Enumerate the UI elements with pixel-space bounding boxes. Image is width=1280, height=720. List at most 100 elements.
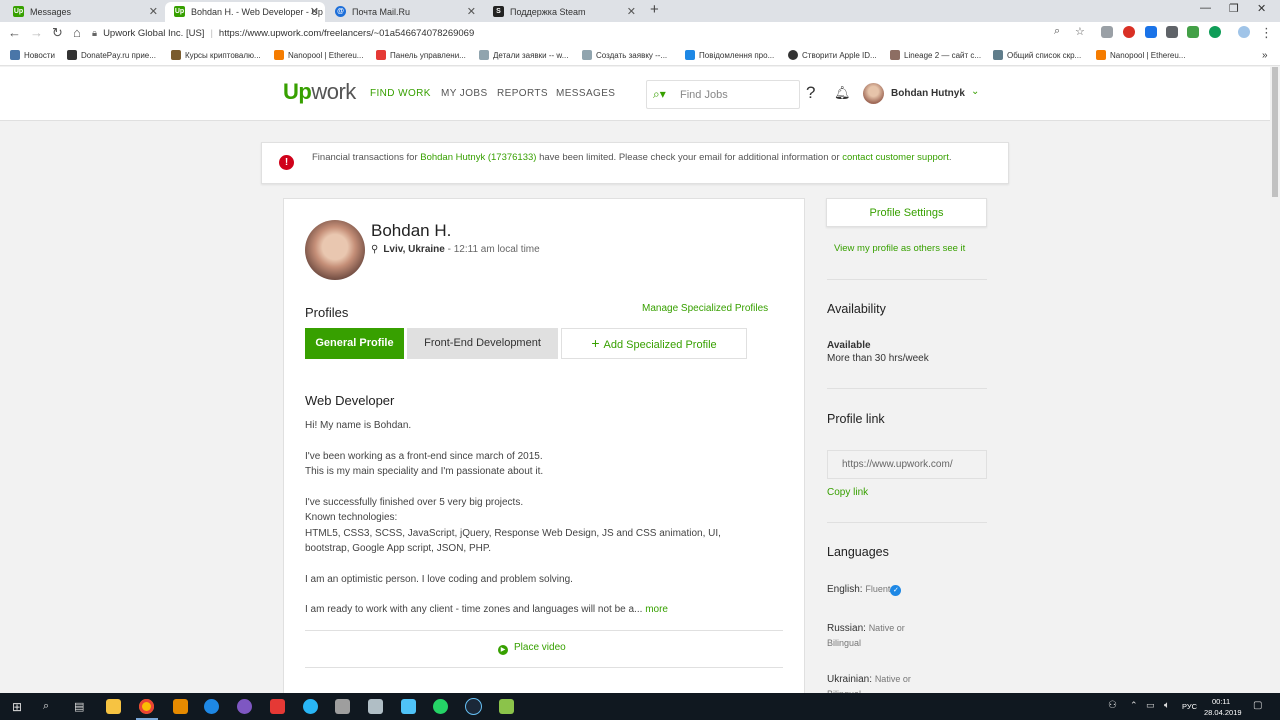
- tab-title: Почта Mail.Ru: [352, 7, 410, 17]
- app-icon[interactable]: [368, 699, 383, 714]
- place-video-button[interactable]: ▶ Place video: [498, 642, 566, 655]
- close-window-icon[interactable]: ✕: [1257, 2, 1266, 15]
- new-tab-icon[interactable]: +: [650, 1, 659, 18]
- telegram-icon[interactable]: [303, 699, 318, 714]
- tab-mailru[interactable]: @ Почта Mail.Ru ✕: [326, 2, 482, 22]
- chevron-down-icon[interactable]: ⌄: [971, 86, 979, 97]
- bookmarks-overflow-icon[interactable]: »: [1262, 50, 1268, 61]
- scrollbar-thumb[interactable]: [1272, 67, 1278, 197]
- app-icon[interactable]: [335, 699, 350, 714]
- clock-time[interactable]: 00:11: [1212, 697, 1230, 706]
- tab-general-profile[interactable]: General Profile: [305, 328, 404, 359]
- file-explorer-icon[interactable]: [106, 699, 121, 714]
- home-icon[interactable]: ⌂: [73, 25, 81, 40]
- lock-icon: 🔒︎: [92, 28, 98, 39]
- app-icon[interactable]: [401, 699, 416, 714]
- nav-my-jobs[interactable]: MY JOBS: [441, 88, 488, 99]
- language-ukrainian: Ukrainian: Native or Bilingual: [827, 674, 911, 693]
- nav-find-work[interactable]: FIND WORK: [370, 88, 431, 99]
- bookmark[interactable]: Общий список скр...: [993, 50, 1081, 60]
- account-link[interactable]: Bohdan Hutnyk (17376133): [420, 152, 536, 163]
- network-icon[interactable]: ▭: [1146, 700, 1155, 711]
- bookmark[interactable]: Новости: [10, 50, 55, 60]
- viber-icon[interactable]: [237, 699, 252, 714]
- bookmark[interactable]: Nanopool | Ethereu...: [274, 50, 363, 60]
- tab-profile[interactable]: Up Bohdan H. - Web Developer - Up ✕: [165, 2, 325, 22]
- profile-link-field[interactable]: https://www.upwork.com/: [827, 450, 987, 479]
- reload-icon[interactable]: ↻: [52, 25, 63, 41]
- nav-reports[interactable]: REPORTS: [497, 88, 548, 99]
- profile-photo[interactable]: [305, 220, 365, 280]
- app-icon[interactable]: [270, 699, 285, 714]
- bookmark[interactable]: Детали заявки -- w...: [479, 50, 568, 60]
- view-profile-link[interactable]: View my profile as others see it: [834, 243, 965, 254]
- volume-icon[interactable]: 🔈︎: [1164, 700, 1170, 711]
- manage-profiles-link[interactable]: Manage Specialized Profiles: [642, 303, 768, 314]
- divider: [305, 667, 783, 668]
- notifications-icon[interactable]: ▢: [1253, 700, 1262, 711]
- tab-front-end-development[interactable]: Front-End Development: [407, 328, 558, 359]
- windows-start-icon[interactable]: ⊞: [12, 700, 22, 714]
- adblock-extension-icon[interactable]: [1123, 26, 1135, 38]
- bookmark[interactable]: Создать заявку --...: [582, 50, 667, 60]
- profile-icon[interactable]: [1238, 26, 1250, 38]
- search-box[interactable]: ⌕▾ Find Jobs: [646, 80, 800, 109]
- search-input[interactable]: Find Jobs: [680, 89, 728, 101]
- app-icon[interactable]: [499, 699, 514, 714]
- tab-steam[interactable]: S Поддержка Steam ✕: [484, 2, 642, 22]
- page-scrollbar[interactable]: [1270, 67, 1280, 693]
- clock-date[interactable]: 28.04.2019: [1204, 708, 1242, 717]
- bookmark[interactable]: DonatePay.ru прие...: [67, 50, 156, 60]
- upwork-logo[interactable]: Upwork: [283, 79, 356, 105]
- language-russian: Russian: Native or Bilingual: [827, 623, 905, 648]
- contact-support-link[interactable]: contact customer support: [842, 152, 949, 163]
- help-icon[interactable]: ?: [806, 83, 815, 103]
- nav-messages[interactable]: MESSAGES: [556, 88, 615, 99]
- nanopool-icon: [1096, 50, 1106, 60]
- input-language[interactable]: РУС: [1182, 702, 1197, 711]
- app-icon[interactable]: [204, 699, 219, 714]
- link-extension-icon[interactable]: [1101, 26, 1113, 38]
- apple-icon: [788, 50, 798, 60]
- tray-chevron-icon[interactable]: ⌃: [1130, 700, 1138, 711]
- availability-hours: More than 30 hrs/week: [827, 353, 929, 364]
- forward-icon[interactable]: →: [30, 25, 43, 40]
- menu-icon[interactable]: ⋮: [1260, 25, 1273, 41]
- bookmark[interactable]: Повідомлення про...: [685, 50, 774, 60]
- search-icon[interactable]: ⌕: [43, 700, 49, 713]
- bell-icon[interactable]: 🔔︎: [834, 85, 851, 101]
- zoom-icon[interactable]: ⌕: [1054, 25, 1060, 38]
- minimize-icon[interactable]: —: [1200, 2, 1211, 14]
- more-link[interactable]: more: [645, 604, 668, 615]
- download-extension-icon[interactable]: [1187, 26, 1199, 38]
- bookmark[interactable]: Курсы криптовалю...: [171, 50, 261, 60]
- search-icon[interactable]: ⌕▾: [653, 87, 666, 102]
- avatar[interactable]: [863, 83, 884, 104]
- copy-link-button[interactable]: Copy link: [827, 487, 868, 498]
- close-tab-icon[interactable]: ✕: [310, 2, 319, 22]
- chrome-icon[interactable]: [139, 699, 154, 714]
- tab-messages[interactable]: Up Messages ✕: [4, 2, 164, 22]
- add-specialized-profile-button[interactable]: + Add Specialized Profile: [561, 328, 747, 359]
- close-tab-icon[interactable]: ✕: [467, 2, 476, 22]
- steam-icon[interactable]: [466, 699, 481, 714]
- whatsapp-icon[interactable]: [433, 699, 448, 714]
- back-icon[interactable]: ←: [8, 25, 21, 40]
- profile-settings-button[interactable]: Profile Settings: [826, 198, 987, 227]
- user-name[interactable]: Bohdan Hutnyk: [891, 88, 965, 99]
- bookmark[interactable]: Панель управлени...: [376, 50, 466, 60]
- extension-icon[interactable]: [1209, 26, 1221, 38]
- maximize-icon[interactable]: ❐: [1229, 2, 1239, 15]
- close-tab-icon[interactable]: ✕: [627, 2, 636, 22]
- bookmark[interactable]: Створити Apple ID...: [788, 50, 877, 60]
- sublime-icon[interactable]: [173, 699, 188, 714]
- task-view-icon[interactable]: ▤: [74, 700, 84, 713]
- people-icon[interactable]: ⚇: [1108, 700, 1117, 711]
- bookmark[interactable]: Lineage 2 — сайт с...: [890, 50, 981, 60]
- extension-icon[interactable]: [1166, 26, 1178, 38]
- extension-icon[interactable]: [1145, 26, 1157, 38]
- star-icon[interactable]: ☆: [1075, 25, 1085, 38]
- address-bar[interactable]: 🔒︎ Upwork Global Inc. [US] | https://www.up…: [92, 25, 1092, 43]
- close-tab-icon[interactable]: ✕: [149, 2, 158, 22]
- bookmark[interactable]: Nanopool | Ethereu...: [1096, 50, 1185, 60]
